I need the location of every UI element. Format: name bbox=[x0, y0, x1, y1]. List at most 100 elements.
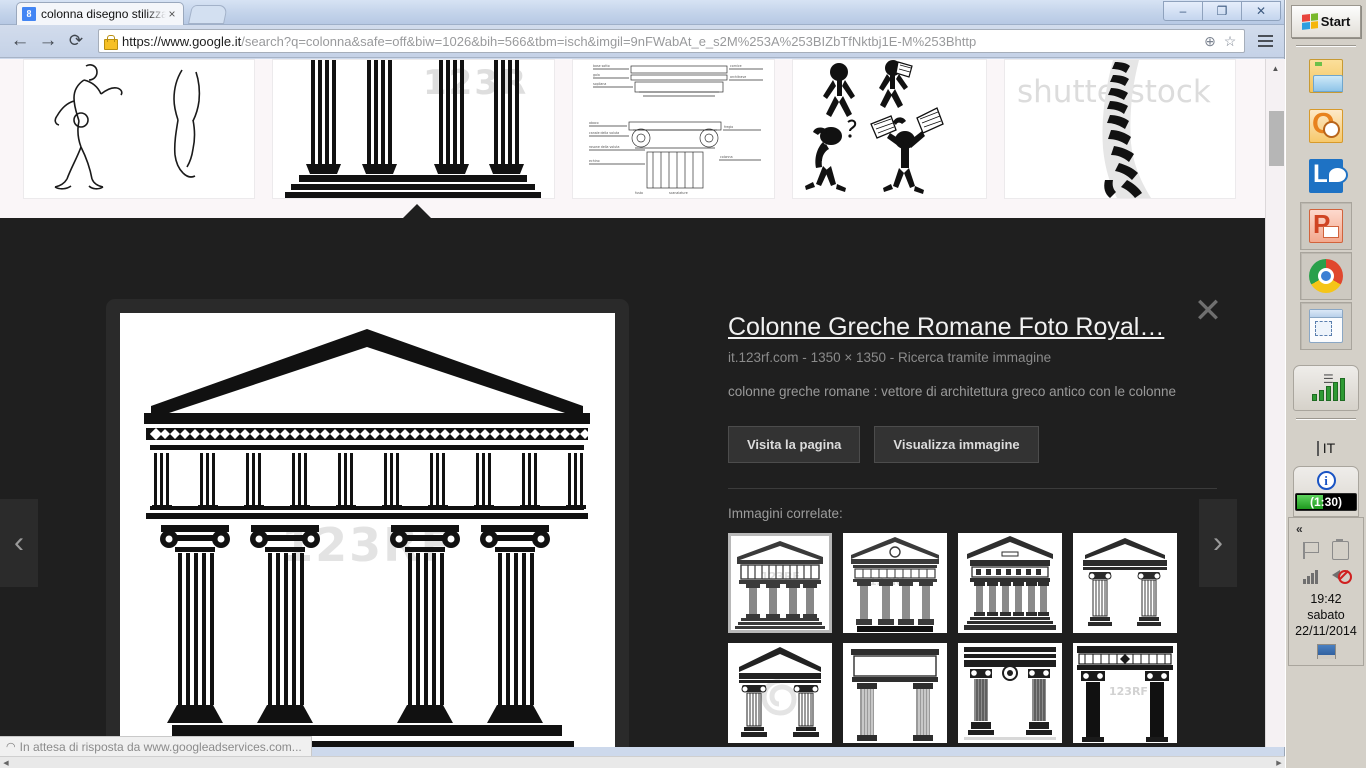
image-source-domain: it.123rf.com bbox=[728, 350, 799, 365]
related-thumb-plain-arch-two-columns[interactable] bbox=[843, 643, 947, 743]
url-path: /search?q=colonna&safe=off&biw=1026&bih=… bbox=[241, 33, 977, 49]
new-tab-button[interactable] bbox=[187, 5, 229, 24]
svg-text:123RF: 123RF bbox=[1109, 685, 1148, 698]
chrome-icon bbox=[1309, 259, 1343, 293]
svg-text:echino: echino bbox=[589, 159, 600, 163]
start-button[interactable]: Start bbox=[1291, 5, 1361, 38]
info-icon: i bbox=[1316, 471, 1336, 490]
clock-date: 22/11/2014 bbox=[1295, 624, 1357, 638]
result-thumbnail-spine-shutterstock[interactable]: shutterstock bbox=[1004, 59, 1236, 199]
svg-text:canale della voluta: canale della voluta bbox=[589, 131, 619, 135]
taskbar-lync[interactable] bbox=[1300, 152, 1352, 200]
network-status-button[interactable]: ☰ bbox=[1293, 365, 1359, 411]
svg-text:architrave: architrave bbox=[730, 75, 746, 79]
folder-icon bbox=[1309, 59, 1343, 93]
image-lightbox-panel: ‹ › 123RF ✕ Colonne Greche Romane Foto R… bbox=[0, 218, 1265, 747]
taskbar-chrome[interactable] bbox=[1300, 252, 1352, 300]
scrollbar-thumb[interactable] bbox=[1269, 111, 1284, 166]
loading-icon: ◠ bbox=[6, 741, 16, 753]
image-action-buttons: Visita la pagina Visualizza immagine bbox=[728, 426, 1228, 463]
related-thumb-two-corinthian-columns-arch[interactable] bbox=[958, 643, 1062, 743]
page-viewport: 123R base sotto gola sopliana cornice ar… bbox=[0, 59, 1285, 747]
reload-icon[interactable]: ⟳ bbox=[62, 28, 90, 54]
show-desktop-icon[interactable] bbox=[1316, 644, 1336, 659]
svg-text:cornice: cornice bbox=[730, 64, 742, 68]
language-indicator[interactable]: IT bbox=[1293, 440, 1359, 456]
svg-text:colonna: colonna bbox=[720, 155, 733, 159]
system-tray: « 19:42 sabato 22/11/2014 bbox=[1288, 517, 1364, 666]
status-text: In attesa di risposta da www.googleadser… bbox=[19, 739, 302, 754]
battery-time-label: (1:30) bbox=[1309, 495, 1342, 509]
main-image[interactable]: 123RF bbox=[120, 313, 615, 747]
page-scrollbar[interactable]: ▲ bbox=[1265, 59, 1285, 747]
result-thumbnail-ionic-capital-diagram[interactable]: base sotto gola sopliana cornice architrav… bbox=[572, 59, 775, 199]
visit-page-button[interactable]: Visita la pagina bbox=[728, 426, 861, 463]
tray-icons-row-2 bbox=[1303, 565, 1352, 584]
main-image-frame[interactable]: 123RF bbox=[106, 299, 629, 747]
close-window-button[interactable]: ✕ bbox=[1241, 1, 1281, 21]
taskbar-powerpoint[interactable] bbox=[1300, 202, 1352, 250]
related-thumb-dark-corinthian-columns-123rf[interactable]: 123RF bbox=[1073, 643, 1177, 743]
signal-bars-icon[interactable] bbox=[1303, 565, 1320, 584]
powerpoint-icon bbox=[1309, 209, 1343, 243]
related-thumb-temple-four-columns-123rf[interactable]: 123RF bbox=[728, 533, 832, 633]
tab-title: colonna disegno stilizza bbox=[41, 7, 166, 21]
meta-sep-1: - bbox=[802, 350, 807, 365]
taskbar-file-explorer[interactable] bbox=[1300, 52, 1352, 100]
scroll-up-arrow-icon[interactable]: ▲ bbox=[1266, 59, 1285, 77]
horizontal-scrollbar[interactable]: ◀ ▶ bbox=[0, 756, 1285, 768]
svg-text:base sotto: base sotto bbox=[593, 64, 610, 68]
language-label: IT bbox=[1322, 440, 1336, 456]
result-thumbnail-stick-figures-thinking[interactable] bbox=[792, 59, 987, 199]
image-meta: it.123rf.com - 1350 × 1350 - Ricerca tra… bbox=[728, 350, 1228, 365]
taskbar-outlook[interactable] bbox=[1300, 102, 1352, 150]
address-bar[interactable]: https://www.google.it/search?q=colonna&s… bbox=[98, 29, 1245, 53]
previous-image-button[interactable]: ‹ bbox=[0, 499, 38, 587]
result-thumbnail-stick-figure-drawings[interactable] bbox=[23, 59, 255, 199]
taskbar-separator-2 bbox=[1296, 418, 1356, 420]
image-dimensions: 1350 × 1350 bbox=[810, 350, 887, 365]
scroll-left-arrow-icon[interactable]: ◀ bbox=[0, 759, 12, 767]
clock-time: 19:42 bbox=[1310, 592, 1342, 606]
chrome-menu-icon[interactable] bbox=[1252, 28, 1278, 54]
wifi-signal-icon: ☰ bbox=[1310, 371, 1345, 405]
related-thumb-temple-six-columns-steps[interactable] bbox=[958, 533, 1062, 633]
minimize-button[interactable]: – bbox=[1163, 1, 1203, 21]
restore-button[interactable]: ❐ bbox=[1202, 1, 1242, 21]
battery-icon[interactable] bbox=[1332, 539, 1349, 560]
view-image-button[interactable]: Visualizza immagine bbox=[874, 426, 1039, 463]
url-text: https://www.google.it/search?q=colonna&s… bbox=[122, 34, 1200, 49]
zoom-icon[interactable]: ⊕ bbox=[1200, 33, 1220, 50]
lync-icon bbox=[1309, 159, 1348, 193]
svg-text:sopliana: sopliana bbox=[593, 82, 606, 86]
svg-text:gola: gola bbox=[593, 73, 600, 77]
related-thumb-temple-four-columns-pediment[interactable]: 123RF bbox=[843, 533, 947, 633]
volume-muted-icon[interactable] bbox=[1332, 565, 1352, 584]
svg-text:123R: 123R bbox=[423, 63, 528, 103]
bookmark-star-icon[interactable]: ☆ bbox=[1220, 33, 1240, 50]
related-thumb-two-ionic-columns-entablature[interactable] bbox=[1073, 533, 1177, 633]
svg-text:scanalature: scanalature bbox=[669, 191, 688, 195]
back-icon[interactable]: ← bbox=[6, 28, 34, 54]
result-thumbnail-greek-columns-123rf[interactable]: 123R bbox=[272, 59, 555, 199]
tab-close-icon[interactable]: × bbox=[166, 8, 178, 20]
related-images-grid: 123RF 123RF bbox=[728, 533, 1228, 743]
clock-day: sabato bbox=[1307, 608, 1345, 622]
taskbar-snipping-tool[interactable] bbox=[1300, 302, 1352, 350]
search-by-image-link[interactable]: Ricerca tramite immagine bbox=[898, 350, 1051, 365]
scroll-right-arrow-icon[interactable]: ▶ bbox=[1273, 759, 1285, 767]
show-hidden-icons-button[interactable]: « bbox=[1296, 522, 1303, 536]
forward-icon[interactable]: → bbox=[34, 28, 62, 54]
action-center-flag-icon[interactable] bbox=[1303, 541, 1320, 560]
image-results-row: 123R base sotto gola sopliana cornice ar… bbox=[0, 59, 1265, 207]
browser-status-bar: ◠ In attesa di risposta da www.googleads… bbox=[0, 736, 312, 756]
browser-tab[interactable]: 8 colonna disegno stilizza × bbox=[16, 2, 184, 25]
url-scheme: https://www.google.it bbox=[122, 33, 242, 49]
battery-status-button[interactable]: i (1:30) bbox=[1293, 466, 1359, 517]
related-images-label: Immagini correlate: bbox=[728, 506, 843, 521]
svg-text:fusto: fusto bbox=[635, 191, 643, 195]
meta-sep-2: - bbox=[889, 350, 895, 365]
related-thumb-temple-two-ionic-columns-spiral[interactable] bbox=[728, 643, 832, 743]
image-title-link[interactable]: Colonne Greche Romane Foto Royal… bbox=[728, 313, 1228, 342]
taskbar-clock[interactable]: 19:42 sabato 22/11/2014 bbox=[1295, 591, 1357, 639]
